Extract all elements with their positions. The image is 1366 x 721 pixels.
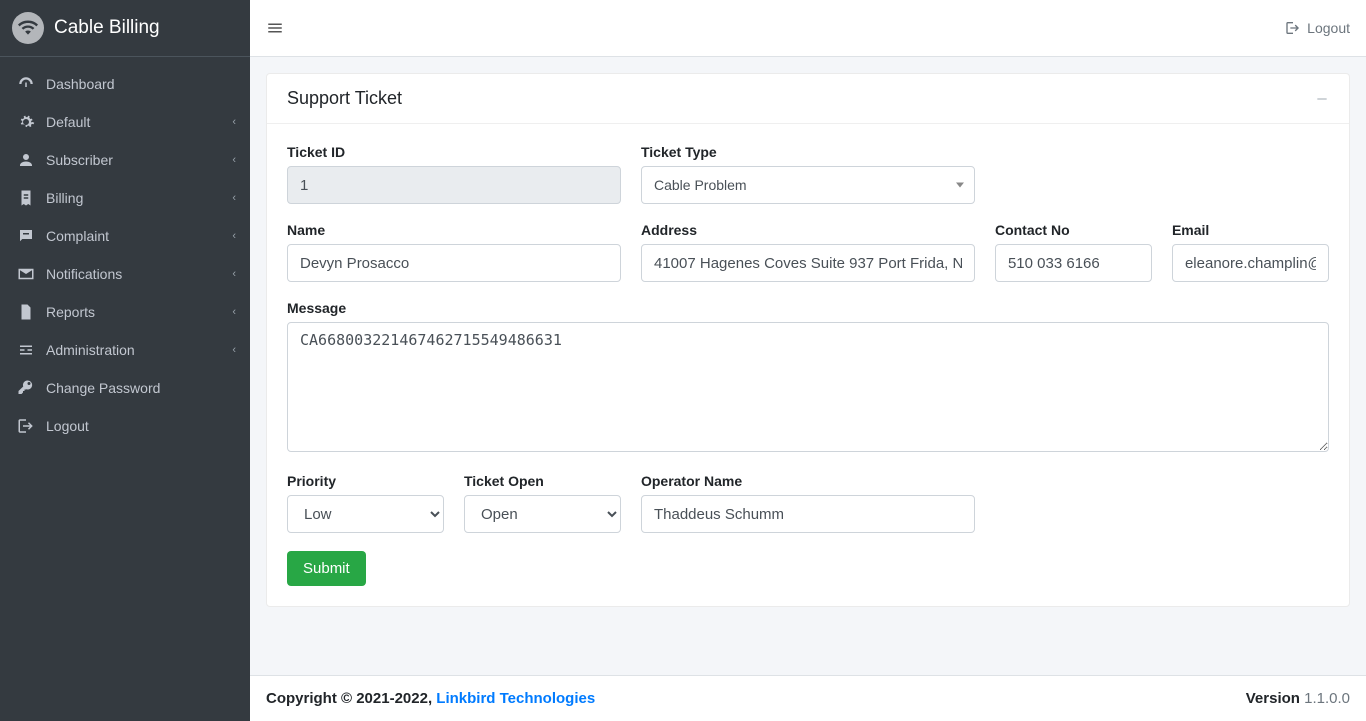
sidebar-item-dashboard[interactable]: Dashboard <box>0 65 250 103</box>
sidebar-nav: DashboardDefault‹Subscriber‹Billing‹Comp… <box>0 57 250 453</box>
label-name: Name <box>287 222 621 238</box>
sidebar-item-label: Subscriber <box>46 152 113 168</box>
sidebar-item-label: Notifications <box>46 266 122 282</box>
footer-version-label: Version <box>1246 690 1300 707</box>
topbar: Logout <box>250 0 1366 57</box>
message-input[interactable] <box>287 322 1329 452</box>
cogs-icon <box>14 113 38 131</box>
topbar-logout[interactable]: Logout <box>1285 20 1350 36</box>
email-input[interactable] <box>1172 244 1329 282</box>
label-ticket-id: Ticket ID <box>287 144 621 160</box>
operator-input[interactable] <box>641 495 975 533</box>
complaint-icon <box>14 227 38 245</box>
ticket-type-select[interactable]: Cable Problem <box>641 166 975 204</box>
card-body: Ticket ID Ticket Type Cable Problem <box>267 124 1349 606</box>
sidebar-item-logout[interactable]: Logout <box>0 407 250 445</box>
chevron-left-icon: ‹ <box>232 268 236 280</box>
billing-icon <box>14 189 38 207</box>
signout-icon <box>14 417 38 435</box>
chevron-left-icon: ‹ <box>232 116 236 128</box>
sidebar-item-subscriber[interactable]: Subscriber ‹ <box>0 141 250 179</box>
file-icon <box>14 303 38 321</box>
label-ticket-open: Ticket Open <box>464 473 621 489</box>
card-title: Support Ticket <box>287 88 402 109</box>
sidebar-item-complaint[interactable]: Complaint ‹ <box>0 217 250 255</box>
priority-select[interactable]: Low <box>287 495 444 533</box>
footer-company-link[interactable]: Linkbird Technologies <box>436 690 595 707</box>
envelope-icon <box>14 265 38 283</box>
ticket-id-input[interactable] <box>287 166 621 204</box>
label-contact: Contact No <box>995 222 1152 238</box>
sidebar-item-label: Administration <box>46 342 135 358</box>
address-input[interactable] <box>641 244 975 282</box>
key-icon <box>14 379 38 397</box>
chevron-left-icon: ‹ <box>232 192 236 204</box>
contact-input[interactable] <box>995 244 1152 282</box>
label-operator: Operator Name <box>641 473 975 489</box>
sidebar-item-label: Logout <box>46 418 89 434</box>
bars-icon <box>266 19 284 37</box>
minus-icon <box>1315 92 1329 106</box>
sidebar-item-reports[interactable]: Reports ‹ <box>0 293 250 331</box>
label-message: Message <box>287 300 1329 316</box>
sidebar-item-default[interactable]: Default ‹ <box>0 103 250 141</box>
sidebar-item-label: Change Password <box>46 380 160 396</box>
footer: Copyright © 2021-2022, Linkbird Technolo… <box>250 675 1366 721</box>
chevron-left-icon: ‹ <box>232 306 236 318</box>
sidebar-item-administration[interactable]: Administration ‹ <box>0 331 250 369</box>
sidebar-item-label: Reports <box>46 304 95 320</box>
admin-icon <box>14 341 38 359</box>
label-address: Address <box>641 222 975 238</box>
menu-toggle[interactable] <box>266 19 284 37</box>
ticket-card: Support Ticket Ticket ID Ticket Type <box>266 73 1350 607</box>
sidebar-item-label: Dashboard <box>46 76 115 92</box>
brand-icon <box>12 12 44 44</box>
sidebar-item-notifications[interactable]: Notifications ‹ <box>0 255 250 293</box>
sidebar-item-label: Billing <box>46 190 83 206</box>
ticket-type-value: Cable Problem <box>654 177 747 193</box>
name-input[interactable] <box>287 244 621 282</box>
card-collapse[interactable] <box>1315 92 1329 106</box>
sidebar: Cable Billing DashboardDefault‹Subscribe… <box>0 0 250 721</box>
brand-title: Cable Billing <box>54 17 160 39</box>
ticket-open-select[interactable]: Open <box>464 495 621 533</box>
content: Support Ticket Ticket ID Ticket Type <box>250 57 1366 675</box>
signout-icon <box>1285 20 1301 36</box>
label-ticket-type: Ticket Type <box>641 144 975 160</box>
chevron-left-icon: ‹ <box>232 154 236 166</box>
sidebar-item-change-password[interactable]: Change Password <box>0 369 250 407</box>
brand[interactable]: Cable Billing <box>0 0 250 57</box>
footer-version: 1.1.0.0 <box>1300 690 1350 707</box>
users-icon <box>14 151 38 169</box>
chevron-down-icon <box>956 183 964 188</box>
chevron-left-icon: ‹ <box>232 344 236 356</box>
sidebar-item-label: Default <box>46 114 90 130</box>
submit-button[interactable]: Submit <box>287 551 366 586</box>
label-priority: Priority <box>287 473 444 489</box>
chevron-left-icon: ‹ <box>232 230 236 242</box>
footer-copyright: Copyright © 2021-2022, <box>266 690 436 707</box>
sidebar-item-label: Complaint <box>46 228 109 244</box>
label-email: Email <box>1172 222 1329 238</box>
sidebar-item-billing[interactable]: Billing ‹ <box>0 179 250 217</box>
dashboard-icon <box>14 75 38 93</box>
card-header: Support Ticket <box>267 74 1349 124</box>
